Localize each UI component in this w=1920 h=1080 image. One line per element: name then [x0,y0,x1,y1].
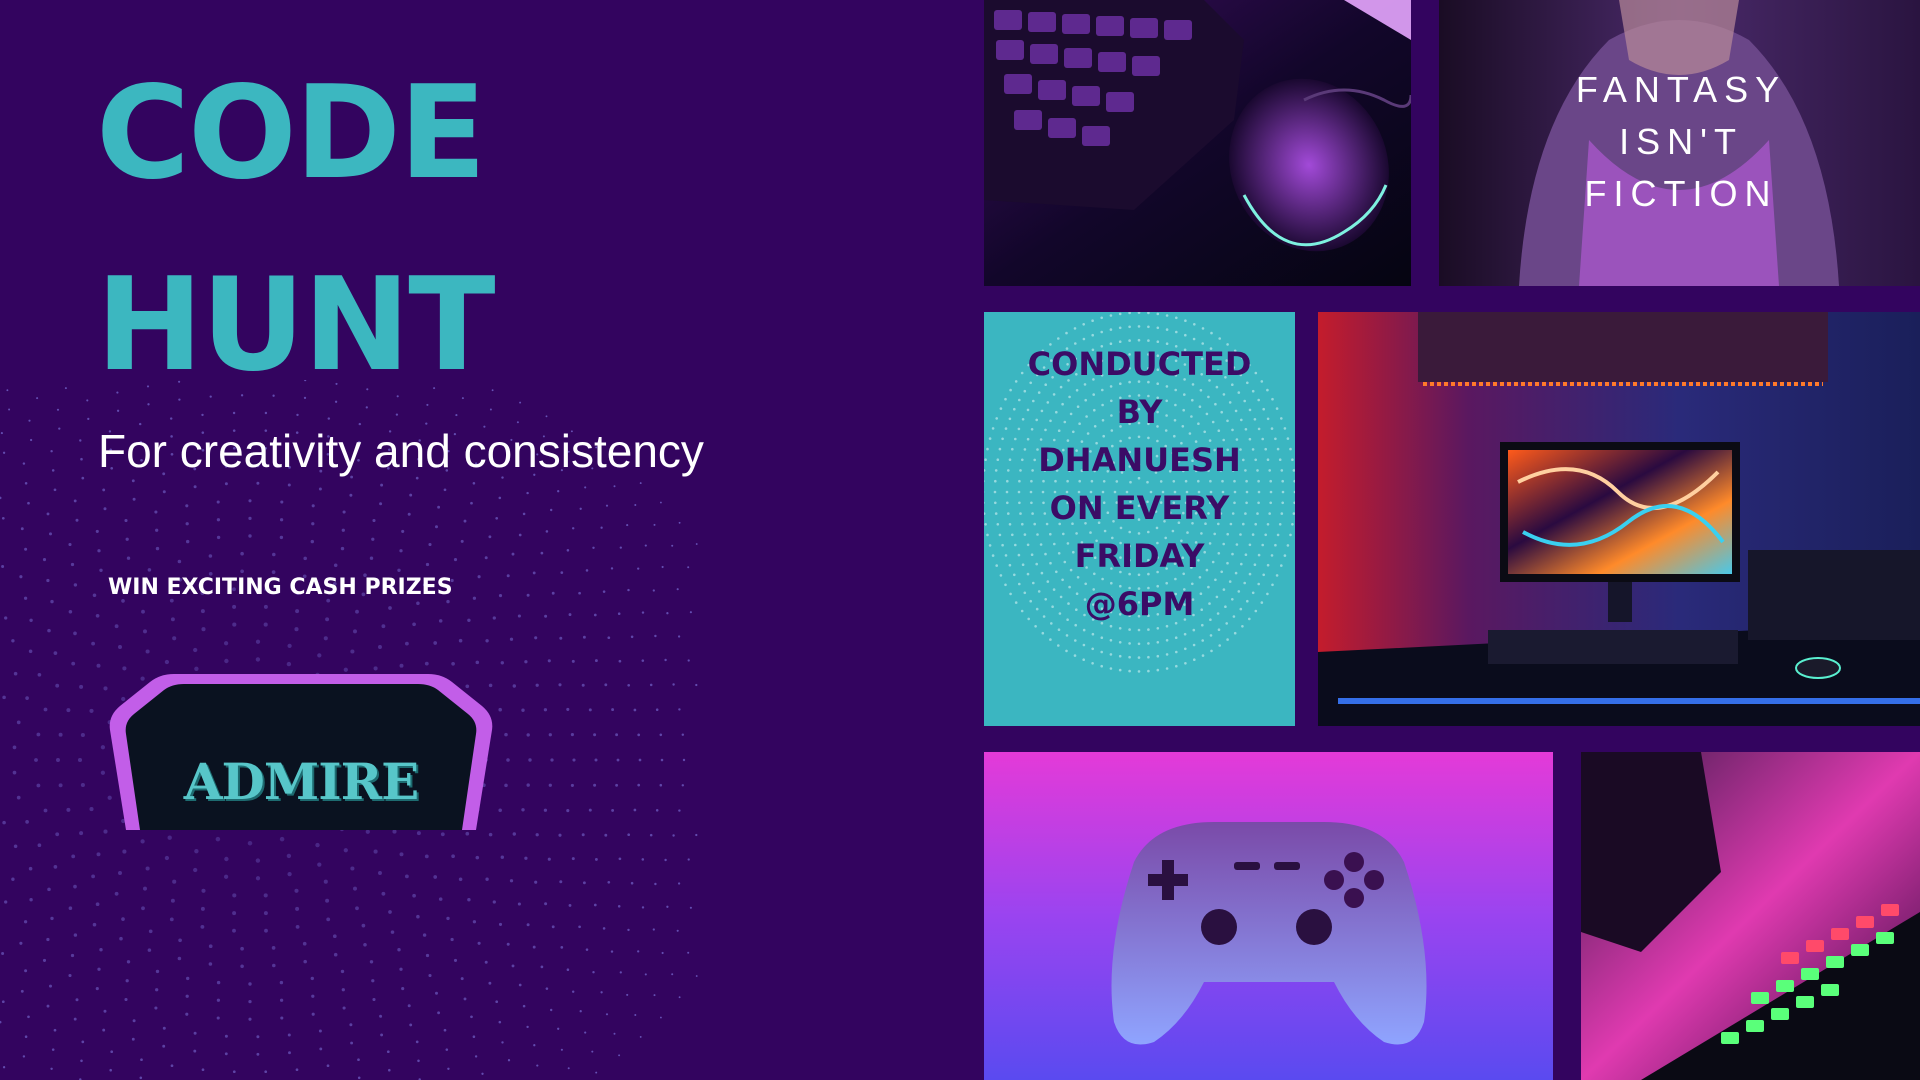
gaming-desk-photo [1318,312,1920,726]
subtitle: For creativity and consistency [98,425,704,477]
fantasy-quote: FANTASY ISN'T FICTION [1575,69,1787,214]
keyboard-mouse-photo [984,0,1411,286]
info-card-text: CONDUCTED BY DHANUESH ON EVERY FRIDAY @6… [1027,345,1252,623]
rgb-keyboard-photo [1581,752,1920,1080]
prize-text: WIN EXCITING CASH PRIZES [108,575,453,600]
title-hunt: HUNT [96,251,495,400]
badge-text: ADMIRE [183,752,420,811]
title-code: CODE [96,59,486,208]
game-controller-photo [984,752,1553,1080]
